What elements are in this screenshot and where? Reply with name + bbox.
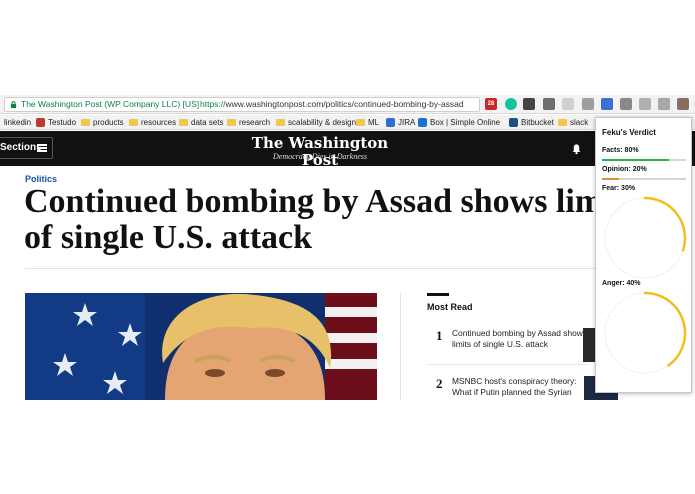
url-scheme: https:// <box>200 99 226 109</box>
bookmark-label: data sets <box>191 118 224 127</box>
bitbucket-icon <box>509 118 518 127</box>
facts-bar-fill <box>602 159 670 161</box>
bookmark-label: products <box>93 118 124 127</box>
most-read-accent <box>427 293 449 296</box>
extension-icon[interactable] <box>562 98 574 110</box>
bookmark-item[interactable]: data sets <box>179 117 223 128</box>
extension-icon[interactable] <box>582 98 594 110</box>
fear-label: Fear: 30% <box>602 185 636 192</box>
extension-icon[interactable] <box>658 98 670 110</box>
bookmark-label: research <box>239 118 271 127</box>
bookmark-item[interactable]: JIRA <box>386 117 415 128</box>
pocket-extension-icon[interactable] <box>523 98 535 110</box>
bookmark-item[interactable]: Testudo <box>36 117 76 128</box>
cast-extension-icon[interactable] <box>543 98 555 110</box>
divider <box>427 364 587 365</box>
verdict-popup: Feku's Verdict Facts: 80% Opinion: 20% F… <box>595 117 692 393</box>
bookmark-item[interactable]: slack <box>558 117 588 128</box>
anger-label: Anger: 40% <box>602 280 641 287</box>
bookmark-item[interactable]: resources <box>129 117 176 128</box>
bookmark-label: scalability & design <box>288 118 357 127</box>
verdict-title: Feku's Verdict <box>602 128 656 137</box>
bookmark-label: Bitbucket <box>521 118 554 127</box>
extension-icon[interactable] <box>620 98 632 110</box>
opinion-label: Opinion: 20% <box>602 166 647 173</box>
address-bar: The Washington Post (WP Company LLC) [US… <box>0 95 695 114</box>
most-read-headline: Continued bombing by Assad shows limits … <box>452 328 588 349</box>
bookmark-item[interactable]: research <box>227 117 270 128</box>
grammarly-extension-icon[interactable] <box>505 98 517 110</box>
bookmark-item[interactable]: scalability & design <box>276 117 356 128</box>
omnibox-separator <box>193 100 194 109</box>
bookmark-label: resources <box>141 118 177 127</box>
folder-icon <box>558 119 567 126</box>
testudo-icon <box>36 118 45 127</box>
site-nav: Sections The Washington Post Democracy D… <box>0 131 695 169</box>
bell-icon[interactable] <box>571 143 582 155</box>
column-divider <box>400 293 401 400</box>
folder-icon <box>179 119 188 126</box>
most-read-thumbnail[interactable] <box>583 328 595 362</box>
jira-icon <box>386 118 395 127</box>
facts-label: Facts: 80% <box>602 147 639 154</box>
most-read-headline: MSNBC host's conspiracy theory: What if … <box>452 376 577 397</box>
bookmark-item[interactable]: Box | Simple Online C <box>418 117 501 128</box>
adblock-extension-icon[interactable]: 28 <box>485 98 497 110</box>
url-path: www.washingtonpost.com/politics/continue… <box>225 99 464 109</box>
fear-gauge-arc <box>643 196 687 252</box>
hamburger-icon <box>37 144 47 152</box>
bookmark-item[interactable]: Bitbucket <box>509 117 554 128</box>
most-read-item[interactable]: 2 MSNBC host's conspiracy theory: What i… <box>427 376 597 400</box>
anger-gauge-arc <box>643 291 687 367</box>
bookmark-label: slack <box>570 118 589 127</box>
folder-icon <box>227 119 236 126</box>
opinion-bar <box>602 178 686 180</box>
opinion-bar-fill <box>602 178 619 180</box>
most-read-rank: 1 <box>436 328 443 343</box>
facts-bar <box>602 159 686 161</box>
browser-window: The Washington Post (WP Company LLC) [US… <box>0 95 695 400</box>
box-icon <box>418 118 427 127</box>
omnibox[interactable]: The Washington Post (WP Company LLC) [US… <box>4 97 480 112</box>
folder-icon <box>129 119 138 126</box>
lock-icon <box>10 101 17 108</box>
sections-button[interactable]: Sections <box>0 137 53 159</box>
bookmark-item[interactable]: products <box>81 117 124 128</box>
url-text[interactable]: https://www.washingtonpost.com/politics/… <box>200 98 464 111</box>
divider <box>25 268 595 269</box>
bookmark-label: Testudo <box>48 118 77 127</box>
folder-icon <box>356 119 365 126</box>
bookmark-label: ML <box>368 118 380 127</box>
site-identity: The Washington Post (WP Company LLC) [US… <box>21 99 200 109</box>
bookmark-item[interactable]: ML <box>356 117 379 128</box>
most-read-rank: 2 <box>436 376 443 391</box>
extension-icon[interactable] <box>639 98 651 110</box>
fear-gauge <box>604 196 687 279</box>
bookmarks-bar: linkedin Testudo products resources data… <box>0 115 695 130</box>
anger-gauge <box>604 291 687 374</box>
extension-icon[interactable] <box>601 98 613 110</box>
bookmark-item[interactable]: linkedin <box>4 117 31 128</box>
sections-label: Sections <box>0 142 42 153</box>
bookmark-label: JIRA <box>398 118 416 127</box>
folder-icon <box>81 119 90 126</box>
portrait-illustration <box>25 293 377 400</box>
article-photo[interactable] <box>25 293 377 400</box>
most-read-title: Most Read <box>427 302 473 312</box>
most-read-item[interactable]: 1 Continued bombing by Assad shows limit… <box>427 328 597 362</box>
site-tagline: Democracy Dies in Darkness <box>273 152 367 161</box>
ext-badge: 28 <box>487 101 495 107</box>
bookmark-label: linkedin <box>4 118 32 127</box>
feku-extension-icon[interactable] <box>677 98 689 110</box>
bookmark-label: Box | Simple Online C <box>430 118 501 127</box>
folder-icon <box>276 119 285 126</box>
